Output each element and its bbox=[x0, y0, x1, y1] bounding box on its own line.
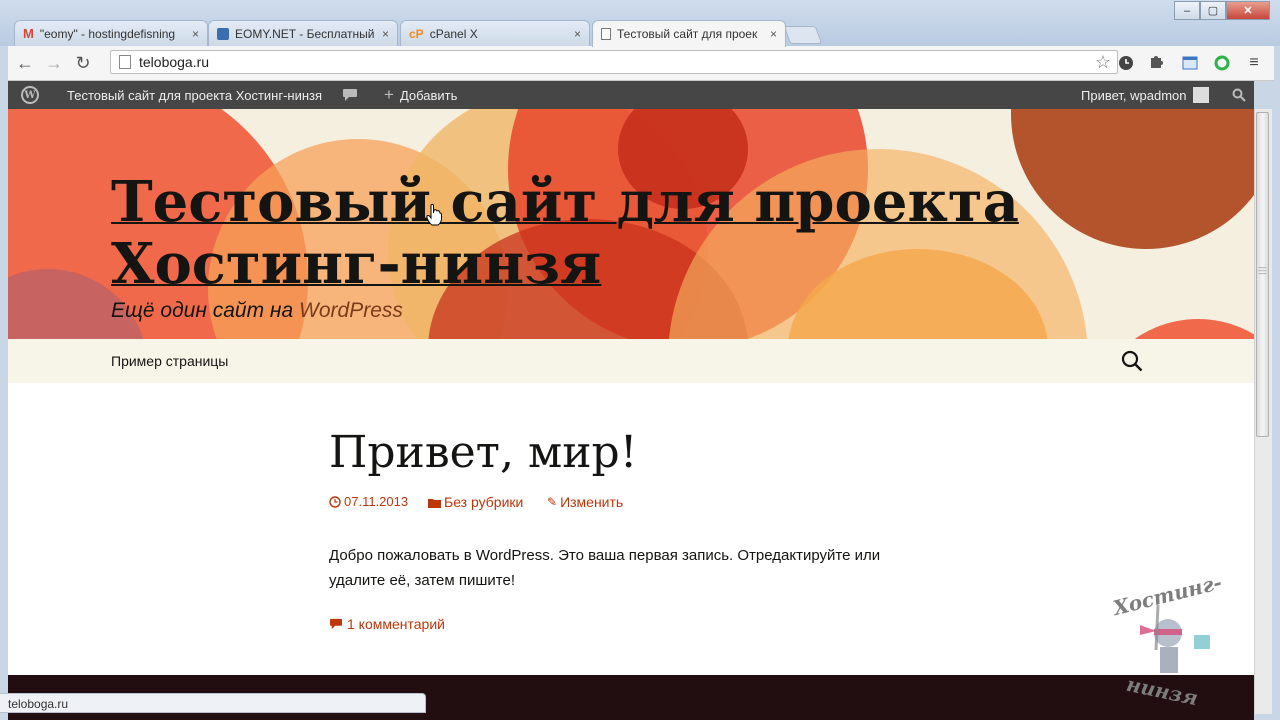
back-button[interactable]: ← bbox=[13, 51, 37, 75]
gmail-icon: M bbox=[23, 26, 34, 41]
clock-icon bbox=[329, 495, 341, 508]
maximize-button[interactable]: ▢ bbox=[1200, 1, 1226, 20]
tab-label: "eomy" - hostingdefisning bbox=[39, 26, 176, 41]
green-circle-extension-icon[interactable] bbox=[1212, 53, 1232, 73]
wp-admin-bar: W Тестовый сайт для проекта Хостинг-нинз… bbox=[8, 81, 1254, 109]
add-new-button[interactable]: + Добавить bbox=[384, 81, 457, 109]
reload-icon: ↻ bbox=[75, 52, 91, 73]
status-bar: teloboga.ru bbox=[0, 693, 426, 713]
wordpress-logo-icon: W bbox=[21, 86, 39, 104]
content-area: Привет, мир! 07.11.2013 Без рубрики ✎ Из… bbox=[8, 383, 1254, 675]
close-tab-icon[interactable]: × bbox=[382, 27, 389, 41]
comment-bubble-icon bbox=[330, 618, 342, 630]
new-tab-button[interactable] bbox=[783, 26, 823, 44]
scrollbar-grip: — — — bbox=[1258, 263, 1267, 278]
hosting-ninja-logo: Хостинг- нинзя bbox=[1110, 570, 1230, 710]
comments-count: 1 комментарий bbox=[347, 616, 445, 632]
post-category: Без рубрики bbox=[444, 494, 524, 510]
tab-label: Тестовый сайт для проек bbox=[617, 27, 758, 41]
add-new-label: Добавить bbox=[399, 87, 458, 103]
post-date-link[interactable]: 07.11.2013 bbox=[329, 494, 408, 509]
site-description: Ещё один сайт на WordPress bbox=[111, 299, 403, 323]
description-prefix: Ещё один сайт на bbox=[111, 299, 300, 322]
tab-label: cPanel X bbox=[429, 26, 478, 41]
puzzle-extension-icon[interactable] bbox=[1146, 53, 1166, 73]
window-extension-icon[interactable] bbox=[1180, 53, 1200, 73]
tab-eomy[interactable]: EOMY.NET - Бесплатный × bbox=[208, 20, 398, 46]
folder-icon bbox=[428, 498, 441, 508]
cpanel-icon: cP bbox=[409, 26, 424, 41]
tab-label: EOMY.NET - Бесплатный bbox=[235, 26, 375, 41]
tab-cpanel[interactable]: cP cPanel X × bbox=[400, 20, 590, 46]
post-edit-link[interactable]: ✎ Изменить bbox=[547, 494, 623, 510]
site-search-button[interactable] bbox=[1121, 350, 1143, 372]
page-icon bbox=[601, 28, 611, 40]
forward-button[interactable]: → bbox=[42, 51, 66, 75]
search-icon bbox=[1232, 88, 1246, 102]
comment-bubble-icon bbox=[343, 89, 357, 101]
site-header: Тестовый сайт для проекта Хостинг-нинзя … bbox=[8, 109, 1254, 339]
plus-icon: + bbox=[384, 85, 394, 104]
reload-button[interactable]: ↻ bbox=[71, 51, 95, 75]
pencil-icon: ✎ bbox=[547, 495, 558, 509]
my-account-button[interactable]: Привет, wpadmon bbox=[1081, 81, 1209, 109]
tab-active-site[interactable]: Тестовый сайт для проек × bbox=[592, 20, 786, 47]
wordpress-text: WordPress bbox=[299, 299, 403, 322]
close-tab-icon[interactable]: × bbox=[192, 27, 199, 41]
browser-toolbar: ← → ↻ teloboga.ru ☆ ≡ bbox=[8, 46, 1274, 81]
edit-label: Изменить bbox=[560, 494, 624, 510]
address-bar[interactable]: teloboga.ru ☆ bbox=[110, 50, 1118, 74]
post-excerpt: Добро пожаловать в WordPress. Это ваша п… bbox=[329, 547, 881, 589]
greeting-label: Привет, wpadmon bbox=[1081, 87, 1187, 103]
tab-gmail[interactable]: M "eomy" - hostingdefisning × bbox=[14, 20, 208, 46]
hand-cursor-icon bbox=[426, 204, 442, 231]
post-title-link[interactable]: Привет, мир! bbox=[329, 427, 637, 478]
wp-logo-button[interactable]: W bbox=[21, 81, 39, 109]
minimize-button[interactable]: – bbox=[1174, 1, 1200, 20]
page-icon bbox=[119, 55, 131, 69]
window-controls: – ▢ ✕ bbox=[1174, 1, 1270, 20]
post-date: 07.11.2013 bbox=[344, 494, 409, 509]
close-window-button[interactable]: ✕ bbox=[1226, 1, 1270, 20]
close-tab-icon[interactable]: × bbox=[574, 27, 581, 41]
avatar bbox=[1192, 87, 1209, 103]
forward-arrow-icon: → bbox=[45, 52, 63, 73]
bookmark-star-icon[interactable]: ☆ bbox=[1095, 52, 1111, 73]
post-category-link[interactable]: Без рубрики bbox=[428, 494, 523, 510]
menu-icon[interactable]: ≡ bbox=[1244, 53, 1264, 73]
main-navigation: Пример страницы bbox=[8, 339, 1254, 383]
back-arrow-icon: ← bbox=[16, 52, 34, 73]
clock-extension-icon[interactable] bbox=[1116, 53, 1136, 73]
url-text: teloboga.ru bbox=[139, 54, 210, 70]
nav-item-sample-page[interactable]: Пример страницы bbox=[111, 353, 228, 369]
admin-search-button[interactable] bbox=[1232, 81, 1246, 109]
header-circle bbox=[1088, 319, 1254, 339]
search-icon bbox=[1121, 350, 1143, 372]
eomy-icon bbox=[217, 27, 229, 40]
comments-link[interactable]: 1 комментарий bbox=[329, 616, 445, 632]
comments-button[interactable] bbox=[342, 81, 358, 109]
admin-site-name-link[interactable]: Тестовый сайт для проекта Хостинг-нинзя bbox=[67, 81, 322, 109]
site-title-link[interactable]: Тестовый сайт для проекта Хостинг-нинзя bbox=[111, 171, 1111, 295]
close-tab-icon[interactable]: × bbox=[770, 27, 777, 41]
